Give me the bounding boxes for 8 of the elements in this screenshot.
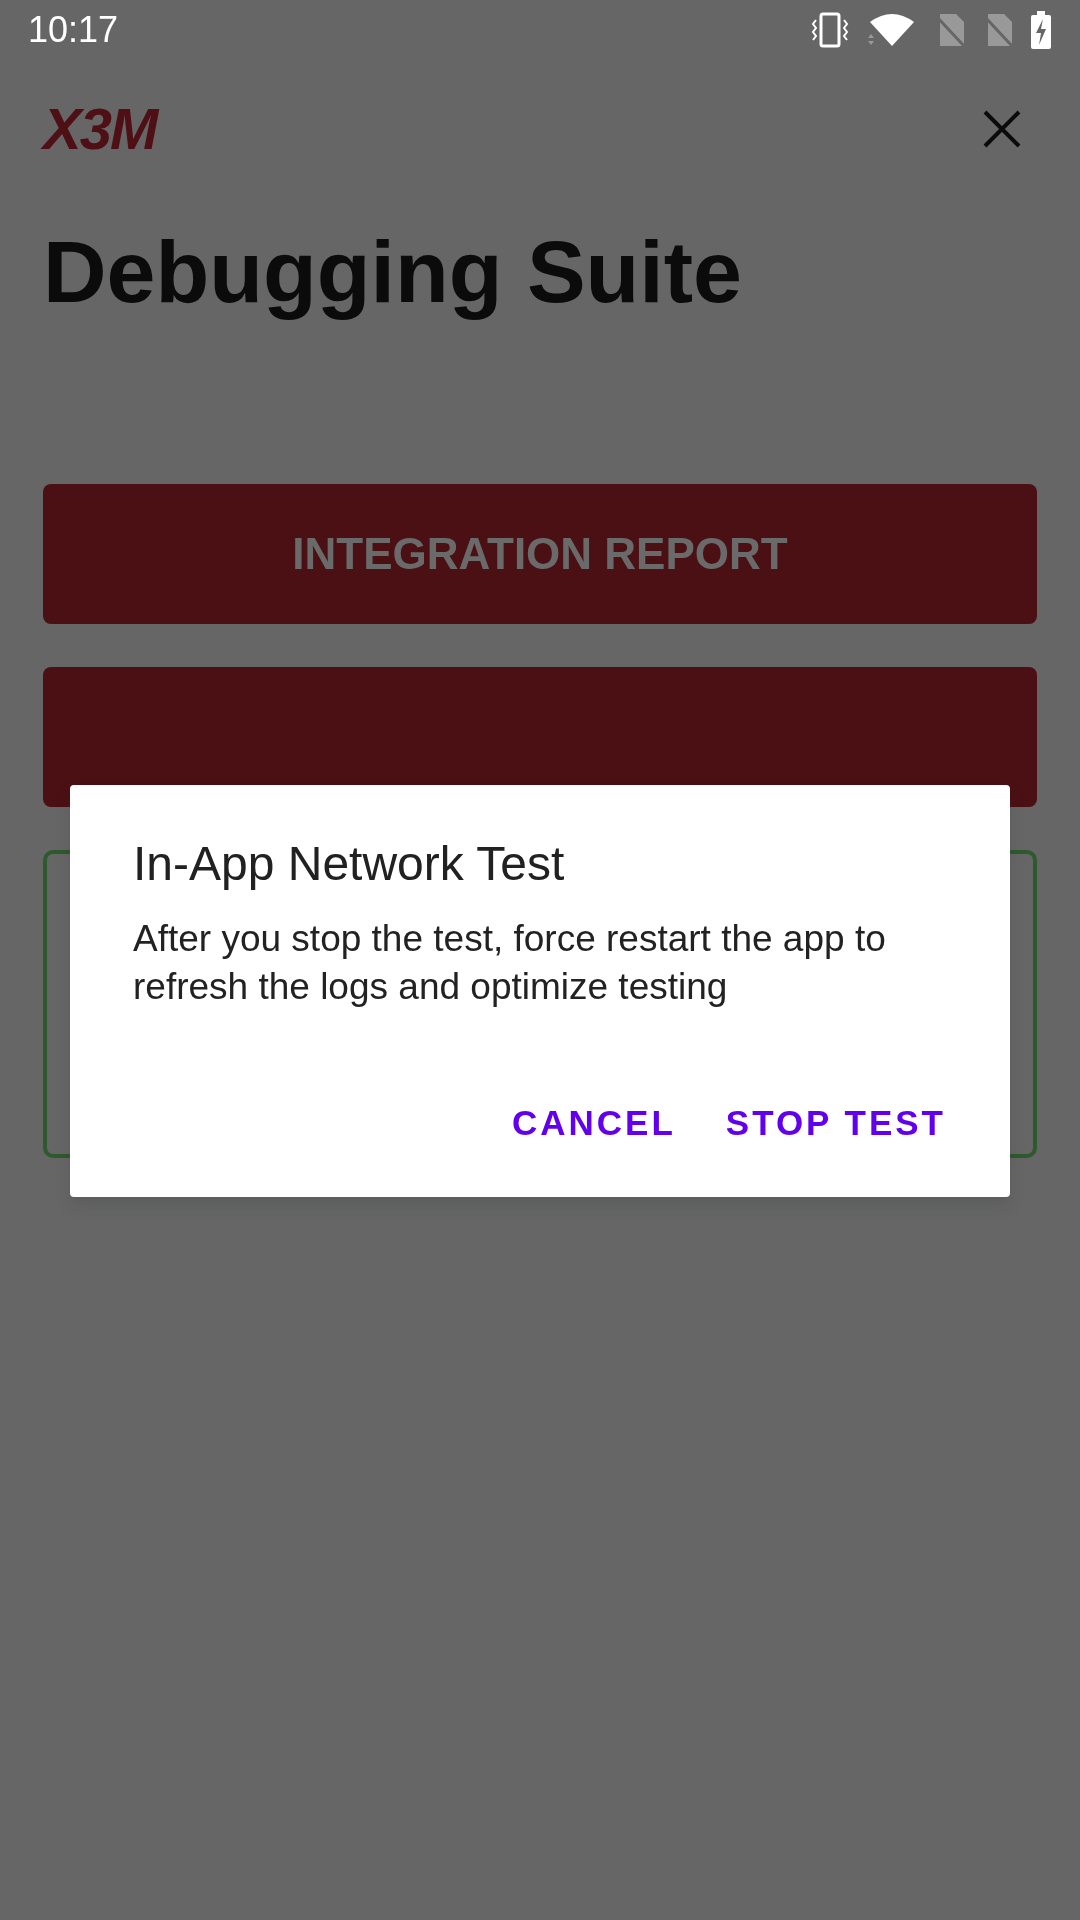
dialog-title: In-App Network Test: [133, 836, 566, 892]
vibrate-icon: [810, 12, 850, 48]
battery-charging-icon: [1030, 11, 1052, 49]
close-button[interactable]: [982, 109, 1022, 149]
dialog-action-button[interactable]: CANCEL: [501, 1088, 686, 1157]
dialog-action-button[interactable]: STOP TEST: [715, 1088, 956, 1157]
status-time: 10:17: [28, 12, 119, 48]
dialog-message: After you stop the test, force restart the app to refresh the logs and optimize testing: [133, 916, 887, 1009]
